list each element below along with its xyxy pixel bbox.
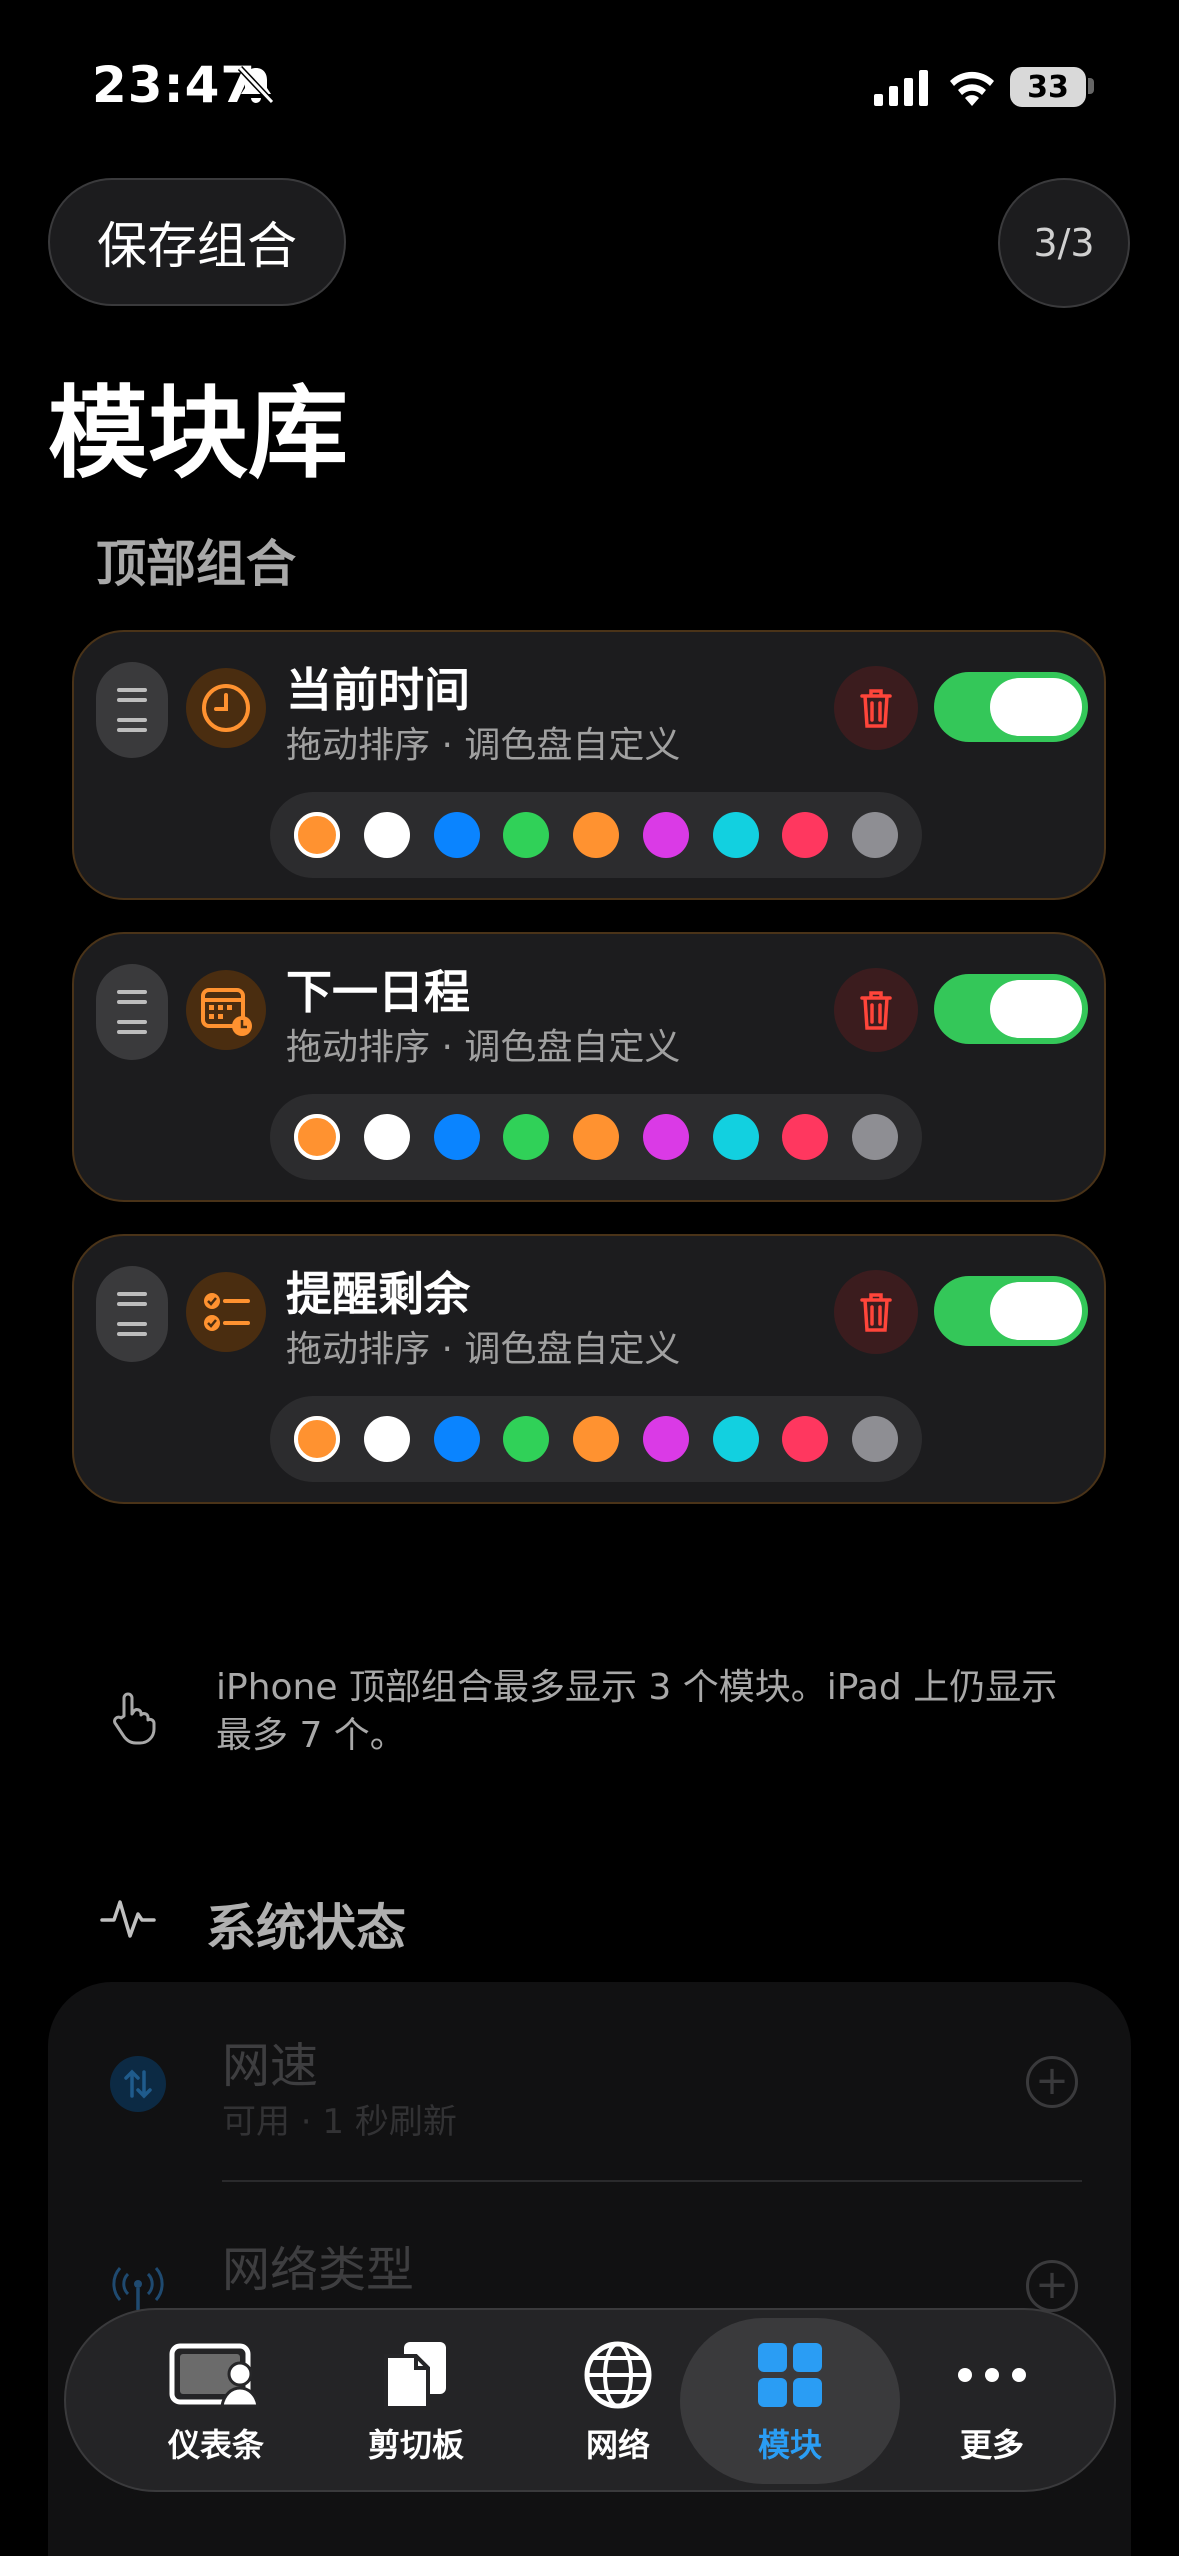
system-item-title: 网速 <box>222 2038 319 2094</box>
module-card-next-event: 下一日程 拖动排序 · 调色盘自定义 <box>72 932 1106 1202</box>
module-toggle[interactable] <box>934 672 1088 742</box>
color-swatch-cyan[interactable] <box>712 1114 759 1160</box>
module-title: 当前时间 <box>286 663 470 717</box>
toggle-knob <box>990 980 1082 1038</box>
page-indicator[interactable]: 3/3 <box>998 178 1130 308</box>
tab-label: 剪切板 <box>367 2426 464 2464</box>
color-swatch-gray[interactable] <box>852 812 898 858</box>
globe-icon <box>584 2341 652 2409</box>
save-combination-button[interactable]: 保存组合 <box>48 178 346 306</box>
tab-dashboard[interactable]: 仪表条 <box>116 2318 316 2484</box>
color-swatch-purple[interactable] <box>642 1416 689 1462</box>
tab-label: 网络 <box>585 2426 650 2464</box>
tab-more[interactable]: 更多 <box>892 2318 1092 2484</box>
clock-icon <box>186 668 266 748</box>
module-subtitle: 拖动排序 · 调色盘自定义 <box>286 1027 681 1068</box>
color-swatch-blue[interactable] <box>433 1114 480 1160</box>
clipboard-icon <box>384 2342 446 2410</box>
bell-muted-icon <box>237 65 275 105</box>
color-swatch-red[interactable] <box>782 1416 829 1462</box>
color-swatch-green[interactable] <box>503 1114 550 1160</box>
color-swatch-blue[interactable] <box>433 812 480 858</box>
row-divider <box>222 2180 1082 2182</box>
color-swatch-orange-2[interactable] <box>573 1416 619 1462</box>
hand-tap-icon <box>113 1692 156 1745</box>
info-text: iPhone 顶部组合最多显示 3 个模块。iPad 上仍显示最多 7 个。 <box>216 1667 1058 1756</box>
color-swatch-red[interactable] <box>782 1114 829 1160</box>
drag-handle[interactable] <box>96 964 168 1060</box>
grid-icon <box>758 2343 822 2407</box>
drag-handle[interactable] <box>96 662 168 758</box>
color-swatch-cyan[interactable] <box>712 1416 759 1462</box>
color-swatch-gray[interactable] <box>852 1416 898 1462</box>
module-toggle[interactable] <box>934 1276 1088 1346</box>
module-card-current-time: 当前时间 拖动排序 · 调色盘自定义 <box>72 630 1106 900</box>
color-swatch-green[interactable] <box>503 1416 550 1462</box>
color-swatch-gray[interactable] <box>852 1114 898 1160</box>
color-swatch-purple[interactable] <box>642 812 689 858</box>
tab-bar: 仪表条 剪切板 网络 模块 更多 <box>64 2308 1116 2492</box>
trash-icon[interactable] <box>834 968 918 1052</box>
more-icon <box>958 2368 1026 2382</box>
trash-icon[interactable] <box>834 1270 918 1354</box>
battery-nub <box>1088 78 1094 94</box>
color-swatch-white[interactable] <box>363 1114 410 1160</box>
tab-modules[interactable]: 模块 <box>680 2318 900 2484</box>
module-title: 下一日程 <box>286 965 470 1019</box>
page-title: 模块库 <box>48 375 348 492</box>
color-palette <box>270 1094 922 1180</box>
color-swatch-green[interactable] <box>503 812 550 858</box>
color-swatch-cyan[interactable] <box>712 812 759 858</box>
add-network-type-button[interactable]: + <box>1026 2260 1078 2312</box>
toggle-knob <box>990 1282 1082 1340</box>
pulse-icon <box>100 1900 156 1938</box>
module-title: 提醒剩余 <box>286 1267 470 1321</box>
tab-clipboard[interactable]: 剪切板 <box>316 2318 516 2484</box>
color-swatch-orange-2[interactable] <box>573 812 619 858</box>
module-subtitle: 拖动排序 · 调色盘自定义 <box>286 725 681 766</box>
cellular-signal-icon <box>874 70 928 106</box>
checklist-icon <box>186 1272 266 1352</box>
module-card-reminders: 提醒剩余 拖动排序 · 调色盘自定义 <box>72 1234 1106 1504</box>
toggle-knob <box>990 678 1082 736</box>
module-subtitle: 拖动排序 · 调色盘自定义 <box>286 1329 681 1370</box>
color-swatch-white[interactable] <box>363 1416 410 1462</box>
network-speed-icon <box>110 2056 166 2112</box>
battery-indicator: 33 <box>1010 67 1086 107</box>
color-palette <box>270 792 922 878</box>
section-header-system: 系统状态 <box>206 1899 406 1957</box>
color-swatch-purple[interactable] <box>642 1114 689 1160</box>
wifi-icon <box>950 71 994 106</box>
trash-icon[interactable] <box>834 666 918 750</box>
tab-label: 仪表条 <box>167 2426 264 2464</box>
tab-label: 模块 <box>757 2426 822 2464</box>
dashboard-icon <box>169 2343 260 2408</box>
color-swatch-orange-2[interactable] <box>573 1114 619 1160</box>
section-header-top: 顶部组合 <box>96 535 296 593</box>
color-swatch-orange[interactable] <box>294 1114 340 1160</box>
color-swatch-red[interactable] <box>782 812 829 858</box>
tab-label: 更多 <box>959 2426 1024 2464</box>
color-swatch-white[interactable] <box>363 812 410 858</box>
color-palette <box>270 1396 922 1482</box>
color-swatch-orange[interactable] <box>294 812 340 858</box>
color-swatch-orange[interactable] <box>294 1416 340 1462</box>
color-swatch-blue[interactable] <box>433 1416 480 1462</box>
system-item-subtitle: 可用 · 1 秒刷新 <box>222 2102 457 2142</box>
module-toggle[interactable] <box>934 974 1088 1044</box>
calendar-icon <box>186 970 266 1050</box>
drag-handle[interactable] <box>96 1266 168 1362</box>
status-time: 23:47 <box>92 56 257 114</box>
system-item-title: 网络类型 <box>222 2242 415 2298</box>
add-network-speed-button[interactable]: + <box>1026 2056 1078 2108</box>
